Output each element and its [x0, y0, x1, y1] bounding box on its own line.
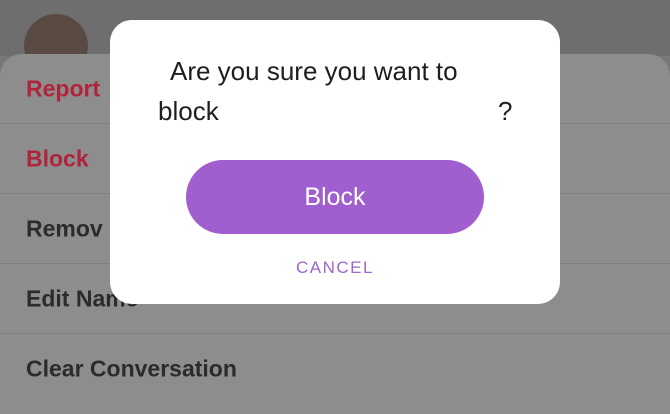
screen: Report Block Remov Edit Name Clear Conve… — [0, 0, 670, 414]
sheet-item-label: Remov — [26, 215, 103, 241]
dialog-title-line-2: block — [158, 96, 219, 126]
dialog-title-line-1: Are you sure you want to — [170, 56, 458, 86]
sheet-item-label: Report — [26, 75, 101, 101]
confirm-block-button[interactable]: Block — [186, 160, 484, 234]
sheet-item-clear-conversation[interactable]: Clear Conversation — [0, 334, 670, 404]
dialog-title-suffix: ? — [498, 96, 513, 126]
sheet-item-label: Clear Conversation — [26, 355, 237, 382]
block-confirm-dialog: Are you sure you want to block ? Block C… — [110, 20, 560, 304]
confirm-block-label: Block — [304, 182, 366, 211]
sheet-item-label: Block — [26, 145, 89, 171]
cancel-button[interactable]: CANCEL — [110, 258, 560, 278]
